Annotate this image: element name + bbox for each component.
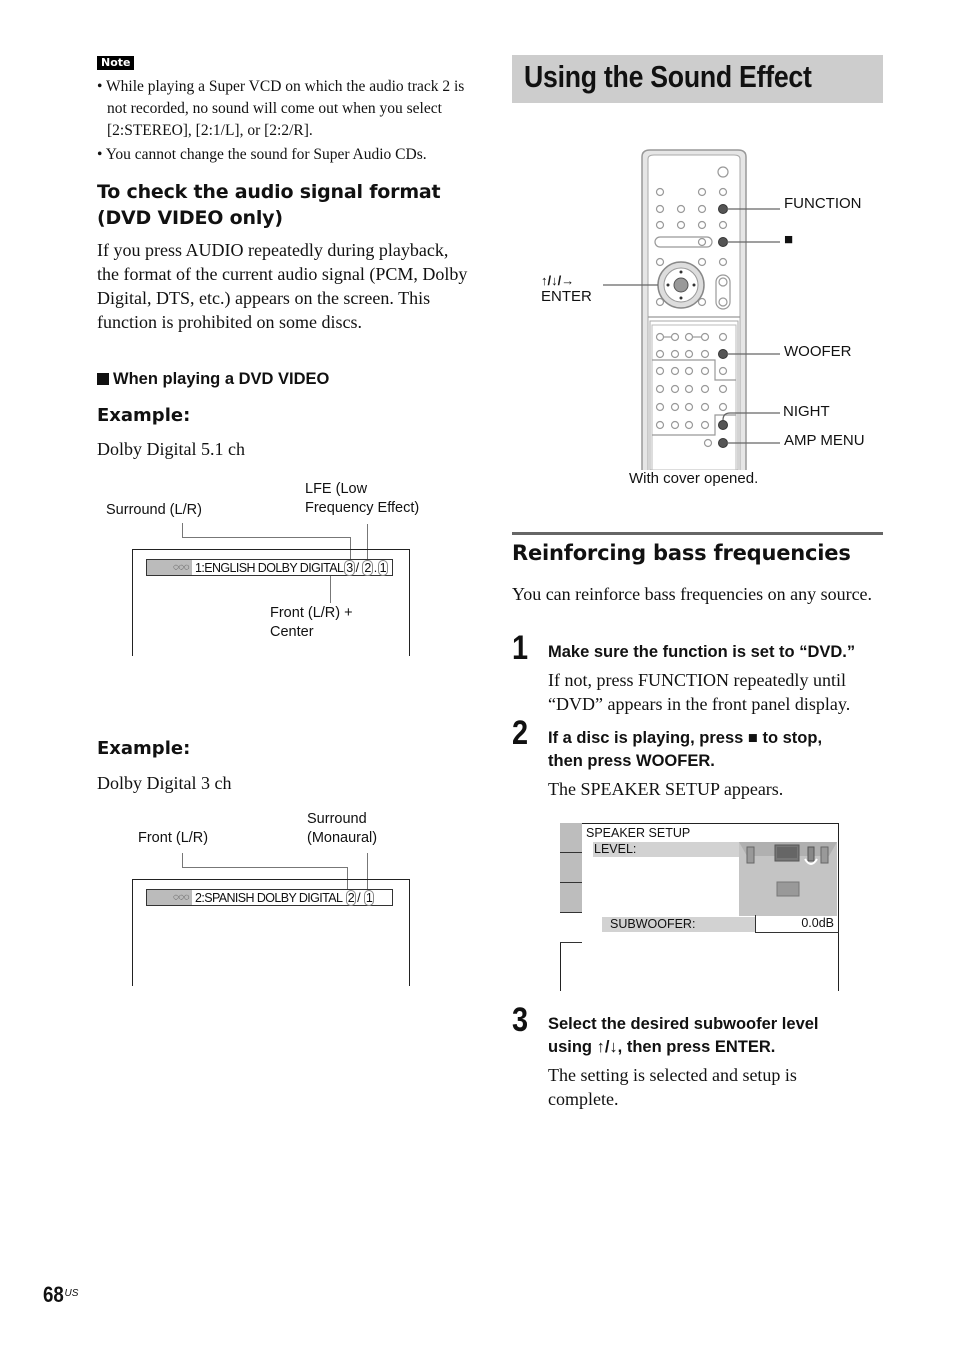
sidebar-tab bbox=[560, 913, 582, 943]
remote-caption: With cover opened. bbox=[629, 470, 759, 487]
function-button bbox=[718, 204, 728, 214]
section-intro: You can reinforce bass frequencies on an… bbox=[512, 584, 873, 604]
osd-audio-bar: ◌◌◌ 2:SPANISH DOLBY DIGITAL 2/ 1 bbox=[146, 889, 393, 906]
osd-digit-front: 3 bbox=[344, 559, 355, 576]
osd-digit-lfe: 1 bbox=[377, 559, 388, 576]
callout-night: NIGHT bbox=[783, 403, 830, 420]
callout-woofer: WOOFER bbox=[784, 343, 852, 360]
step-body: If not, press FUNCTION repeatedly until … bbox=[548, 670, 851, 714]
callout-front: Front (L/R) bbox=[138, 830, 209, 846]
section-divider bbox=[512, 532, 883, 535]
page-region-suffix: US bbox=[64, 1287, 79, 1299]
note-item: You cannot change the sound for Super Au… bbox=[97, 144, 477, 166]
step-title-line: then press WOOFER. bbox=[548, 752, 715, 770]
step-title: If a disc is playing, press ■ to stop, t… bbox=[548, 727, 822, 773]
step-title: Make sure the function is set to “DVD.” bbox=[548, 643, 856, 661]
dvd-video-subheading: When playing a DVD VIDEO bbox=[97, 370, 329, 389]
step-number: 2 bbox=[512, 714, 529, 752]
speaker-setup-screen: SPEAKER SETUP LEVEL: SUBWOOFER: 0.0dB bbox=[560, 823, 839, 991]
callout-line: Frequency Effect) bbox=[305, 500, 420, 516]
remote-control-illustration bbox=[603, 149, 780, 470]
enter-label: ENTER bbox=[541, 288, 592, 305]
subheading-text: When playing a DVD VIDEO bbox=[113, 370, 330, 388]
audio-disc-icon: ◌◌◌ bbox=[147, 560, 192, 575]
step-number: 3 bbox=[512, 1001, 529, 1039]
osd-digit-surround: 2 bbox=[362, 559, 373, 576]
callout-line: Front (L/R) + bbox=[270, 605, 353, 621]
page-number: 68US bbox=[43, 1282, 78, 1308]
callout-lfe: LFE (Low Frequency Effect) bbox=[305, 480, 419, 518]
audio-format-body: If you press AUDIO repeatedly during pla… bbox=[97, 240, 468, 332]
step-title-line: Select the desired subwoofer level bbox=[548, 1015, 819, 1033]
callout-amp-menu: AMP MENU bbox=[784, 432, 865, 449]
arrow-keys-label: ↑/↓/→ bbox=[541, 273, 575, 288]
callout-line: (Monaural) bbox=[307, 830, 378, 846]
step-number: 1 bbox=[512, 629, 529, 667]
step-body: The SPEAKER SETUP appears. bbox=[548, 779, 784, 799]
page-title: Using the Sound Effect bbox=[524, 59, 812, 94]
leader-line bbox=[182, 523, 184, 538]
leader-line bbox=[182, 537, 351, 539]
night-button bbox=[718, 420, 728, 430]
square-bullet-icon bbox=[97, 373, 109, 385]
example-label: Example: bbox=[97, 738, 191, 759]
leader-line bbox=[182, 853, 184, 868]
osd-audio-text: 2:SPANISH DOLBY DIGITAL 2/ 1 bbox=[192, 889, 375, 906]
osd-audio-bar: ◌◌◌ 1:ENGLISH DOLBY DIGITAL 3/ 2.1 bbox=[146, 559, 393, 576]
osd-sep: . bbox=[373, 560, 377, 575]
sidebar-tab bbox=[560, 823, 582, 853]
amp-menu-button bbox=[718, 438, 728, 448]
sidebar-tab bbox=[560, 853, 582, 883]
callout-arrows: ↑/↓/→ ENTER bbox=[541, 273, 592, 305]
subwoofer-label: SUBWOOFER: bbox=[610, 917, 696, 931]
callout-line: LFE (Low bbox=[305, 481, 368, 497]
level-row: LEVEL: bbox=[593, 842, 739, 857]
audio-format-heading: To check the audio signal format (DVD VI… bbox=[97, 179, 477, 231]
osd-sep: / bbox=[355, 560, 359, 575]
note-list: While playing a Super VCD on which the a… bbox=[97, 76, 477, 166]
note-item: While playing a Super VCD on which the a… bbox=[97, 76, 477, 142]
navigation-pad bbox=[657, 261, 705, 309]
step-body: The setting is selected and setup is com… bbox=[548, 1065, 797, 1109]
subwoofer-row: SUBWOOFER: bbox=[602, 917, 755, 932]
osd-digit-surround: 1 bbox=[363, 889, 375, 906]
page-number-value: 68 bbox=[43, 1282, 64, 1307]
section-title-bar: Using the Sound Effect bbox=[512, 55, 883, 103]
heading-line: To check the audio signal format bbox=[97, 181, 441, 203]
step-title-line: If a disc is playing, press ■ to stop, bbox=[548, 729, 823, 747]
setup-sidebar bbox=[560, 823, 582, 943]
speaker-room-icon bbox=[739, 842, 837, 916]
osd-track-name: 2:SPANISH DOLBY DIGITAL bbox=[195, 890, 343, 905]
callout-line: Surround bbox=[307, 811, 367, 827]
callout-surround: Surround (L/R) bbox=[106, 502, 202, 518]
stop-button bbox=[718, 237, 728, 247]
example-label: Example: bbox=[97, 405, 191, 426]
audio-disc-icon: ◌◌◌ bbox=[147, 890, 192, 905]
osd-sep: / bbox=[357, 890, 361, 905]
example-caption: Dolby Digital 3 ch bbox=[97, 773, 232, 793]
example-caption: Dolby Digital 5.1 ch bbox=[97, 439, 245, 459]
leader-line bbox=[182, 867, 348, 869]
step-title: Select the desired subwoofer level using… bbox=[548, 1013, 819, 1059]
subwoofer-value-field[interactable]: 0.0dB bbox=[755, 915, 839, 933]
callout-line: Center bbox=[270, 624, 314, 640]
section-heading: Reinforcing bass frequencies bbox=[512, 541, 851, 565]
note-badge: Note bbox=[97, 56, 135, 70]
osd-audio-text: 1:ENGLISH DOLBY DIGITAL 3/ 2.1 bbox=[192, 559, 389, 576]
sidebar-tab bbox=[560, 883, 582, 913]
speaker-setup-title: SPEAKER SETUP bbox=[586, 826, 691, 840]
osd-digit-front: 2 bbox=[345, 889, 357, 906]
woofer-button bbox=[718, 349, 728, 359]
callout-front-center: Front (L/R) + Center bbox=[270, 604, 353, 642]
heading-line: (DVD VIDEO only) bbox=[97, 207, 283, 229]
subwoofer-value: 0.0dB bbox=[801, 916, 834, 930]
step-title-line: using ↑/↓, then press ENTER. bbox=[548, 1038, 776, 1056]
callout-function: FUNCTION bbox=[784, 195, 862, 212]
callout-surround-mono: Surround (Monaural) bbox=[307, 810, 377, 848]
level-label: LEVEL: bbox=[594, 842, 637, 856]
callout-stop: ■ bbox=[784, 231, 794, 248]
osd-track-name: 1:ENGLISH DOLBY DIGITAL bbox=[195, 560, 344, 575]
